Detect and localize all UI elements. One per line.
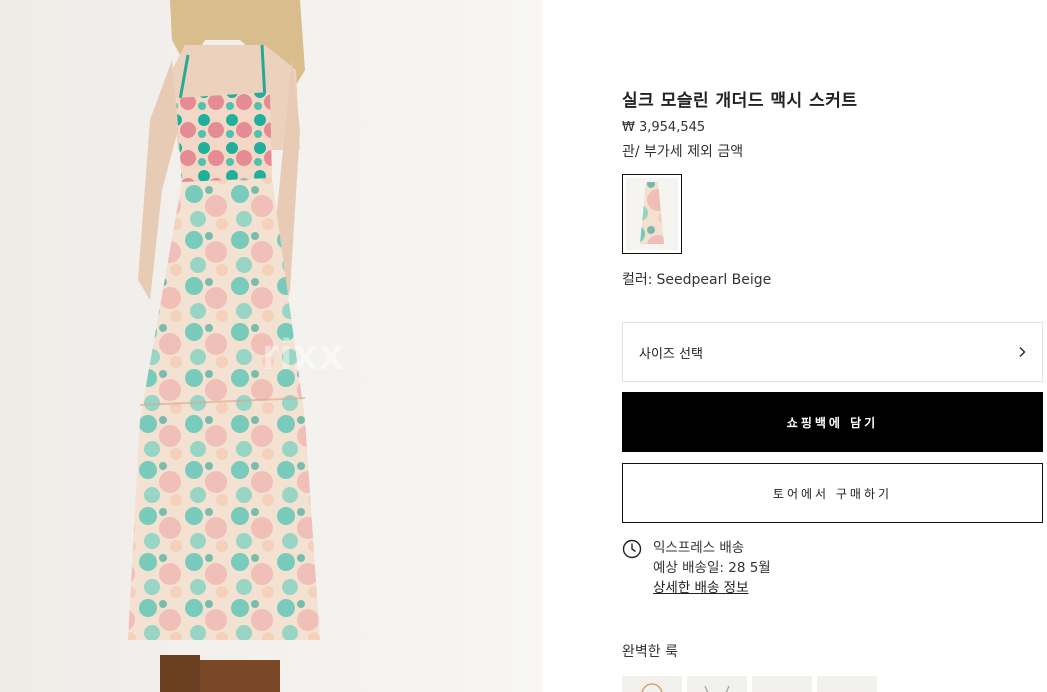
product-hero-image: rixx bbox=[0, 0, 542, 692]
look-item-thumbnail[interactable] bbox=[687, 676, 747, 692]
color-info: 컬러: Seedpearl Beige bbox=[622, 269, 771, 289]
product-info-panel: 실크 모슬린 개더드 맥시 스커트 ₩ 3,954,545 관/ 부가세 제외 … bbox=[622, 0, 1043, 692]
buy-in-store-button[interactable]: 토어에서 구매하기 bbox=[622, 463, 1043, 523]
complete-look-thumbnails bbox=[622, 676, 877, 692]
chevron-right-icon bbox=[1019, 347, 1026, 357]
color-label: 컬러: bbox=[622, 272, 653, 288]
complete-look-title: 완벽한 룩 bbox=[622, 644, 678, 660]
clock-icon bbox=[622, 539, 642, 559]
add-to-bag-button[interactable]: 쇼핑백에 담기 bbox=[622, 392, 1043, 452]
size-select-label: 사이즈 선택 bbox=[639, 346, 703, 362]
look-item-thumbnail[interactable] bbox=[622, 676, 682, 692]
delivery-info: 익스프레스 배송 예상 배송일: 28 5월 상세한 배송 정보 bbox=[622, 538, 771, 598]
delivery-estimate: 예상 배송일: 28 5월 bbox=[653, 560, 771, 576]
color-value: Seedpearl Beige bbox=[656, 272, 772, 288]
product-title: 실크 모슬린 개더드 맥시 스커트 bbox=[622, 91, 858, 111]
delivery-details-link[interactable]: 상세한 배송 정보 bbox=[653, 580, 749, 596]
color-swatch-seedpearl-beige[interactable] bbox=[622, 174, 682, 254]
tax-note: 관/ 부가세 제외 금액 bbox=[622, 144, 744, 160]
image-watermark: rixx bbox=[262, 330, 345, 379]
delivery-title: 익스프레스 배송 bbox=[653, 540, 745, 556]
look-item-thumbnail[interactable] bbox=[817, 676, 877, 692]
swatch-thumbnail bbox=[626, 178, 678, 250]
size-select-dropdown[interactable]: 사이즈 선택 bbox=[622, 322, 1043, 382]
product-price: ₩ 3,954,545 bbox=[622, 120, 706, 135]
look-item-thumbnail[interactable] bbox=[752, 676, 812, 692]
